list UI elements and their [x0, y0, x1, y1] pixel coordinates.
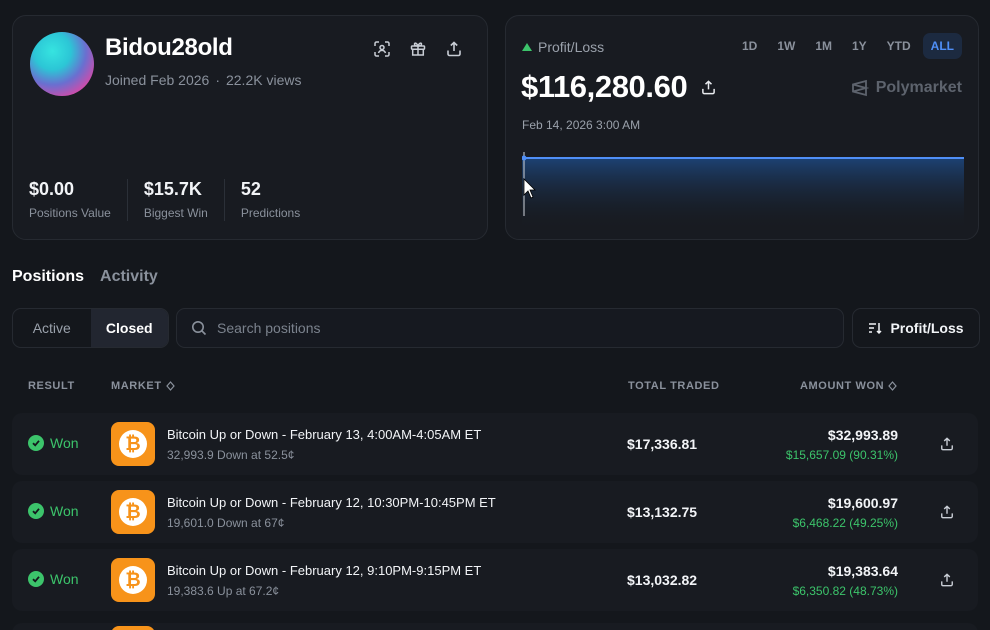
pnl-value: $116,280.60	[521, 69, 688, 104]
range-selector: 1D 1W 1M 1Y YTD ALL	[734, 33, 962, 59]
table-row[interactable]: Won ₿ Bitcoin Up or Down - February 13, …	[12, 413, 978, 475]
profit-value: $6,468.22 (49.25%)	[792, 516, 898, 530]
market-title[interactable]: Bitcoin Up or Down - February 12, 10:30P…	[167, 495, 496, 510]
stat-label: Positions Value	[29, 206, 111, 220]
profit-value: $15,657.09 (90.31%)	[785, 448, 898, 462]
tab-activity[interactable]: Activity	[100, 268, 158, 286]
check-circle-icon	[28, 435, 44, 451]
bitcoin-glyph: ₿	[119, 498, 147, 526]
table-row[interactable]: Won ₿ Bitcoin Up or Down - February 12, …	[12, 481, 978, 543]
search-input[interactable]	[217, 320, 817, 336]
table-row-partial[interactable]	[12, 623, 978, 630]
range-all[interactable]: ALL	[922, 33, 962, 59]
amount-won: $32,993.89	[827, 427, 898, 443]
amount-won: $19,383.64	[827, 563, 898, 579]
stat-positions-value: $0.00 Positions Value	[29, 179, 128, 221]
stat-biggest-win: $15.7K Biggest Win	[144, 179, 225, 221]
market-title[interactable]: Bitcoin Up or Down - February 12, 9:10PM…	[167, 563, 481, 578]
sort-diamond-icon	[888, 381, 898, 391]
result-label: Won	[50, 503, 79, 519]
view-count: 22.2K views	[225, 72, 302, 88]
gift-icon[interactable]	[407, 38, 429, 60]
check-circle-icon	[28, 503, 44, 519]
brand-name: Polymarket	[875, 79, 962, 96]
profile-meta: Joined Feb 2026 · 22.2K views	[105, 72, 301, 88]
bitcoin-glyph: ₿	[119, 430, 147, 458]
stat-label: Predictions	[240, 206, 301, 220]
sort-diamond-icon	[165, 381, 175, 391]
total-traded: $13,032.82	[627, 572, 698, 588]
pnl-date: Feb 14, 2026 3:00 AM	[522, 118, 641, 132]
pnl-header: Profit/Loss	[522, 39, 604, 55]
profile-tabs: Positions Activity	[12, 268, 158, 286]
table-row[interactable]: Won ₿ Bitcoin Up or Down - February 12, …	[12, 549, 978, 611]
result-won: Won	[28, 503, 79, 519]
stat-value: $15.7K	[143, 179, 202, 199]
stat-predictions: 52 Predictions	[241, 179, 316, 221]
total-traded: $17,336.81	[627, 436, 698, 452]
polymarket-icon	[851, 79, 869, 97]
market-subtitle: 19,601.0 Down at 67¢	[167, 516, 285, 530]
header-amount-won-label: AMOUNT WON	[800, 380, 885, 392]
range-1w[interactable]: 1W	[769, 33, 803, 59]
pnl-chart[interactable]	[522, 152, 964, 230]
bitcoin-icon: ₿	[111, 490, 155, 534]
stat-value: 52	[240, 179, 261, 199]
profile-actions	[371, 38, 465, 60]
sort-label: Profit/Loss	[890, 320, 964, 336]
filter-closed-button[interactable]: Closed	[90, 309, 168, 347]
amount-won: $19,600.97	[827, 495, 898, 511]
result-label: Won	[50, 435, 79, 451]
total-traded: $13,132.75	[627, 504, 698, 520]
profile-stats: $0.00 Positions Value $15.7K Biggest Win…	[29, 179, 332, 221]
result-won: Won	[28, 571, 79, 587]
username: Bidou28old	[105, 34, 233, 61]
filter-active-button[interactable]: Active	[13, 309, 91, 347]
range-1y[interactable]: 1Y	[844, 33, 875, 59]
header-total-traded: TOTAL TRADED	[628, 380, 720, 392]
bitcoin-icon: ₿	[111, 422, 155, 466]
market-subtitle: 32,993.9 Down at 52.5¢	[167, 448, 295, 462]
scan-icon[interactable]	[371, 38, 393, 60]
bitcoin-glyph: ₿	[119, 566, 147, 594]
pnl-card: Profit/Loss 1D 1W 1M 1Y YTD ALL $116,280…	[505, 15, 979, 240]
polymarket-logo: Polymarket	[851, 79, 962, 97]
search-box	[176, 308, 844, 348]
tab-positions[interactable]: Positions	[12, 268, 84, 286]
market-title[interactable]: Bitcoin Up or Down - February 13, 4:00AM…	[167, 427, 481, 442]
pnl-value-row: $116,280.60	[521, 69, 719, 105]
header-amount-won[interactable]: AMOUNT WON	[800, 380, 898, 392]
result-won: Won	[28, 435, 79, 451]
profile-card: Bidou28old Joined Feb 2026 · 22.2K views $…	[12, 15, 488, 240]
joined-date: Joined Feb 2026	[105, 72, 210, 88]
separator-dot: ·	[215, 72, 220, 88]
range-1d[interactable]: 1D	[734, 33, 765, 59]
status-toggle: Active Closed	[12, 308, 169, 348]
pnl-area	[522, 158, 964, 230]
stat-value: $0.00	[29, 179, 75, 199]
header-market-label: MARKET	[111, 380, 162, 392]
bitcoin-icon: ₿	[111, 558, 155, 602]
pnl-label: Profit/Loss	[538, 39, 605, 55]
search-icon	[192, 321, 207, 336]
avatar	[30, 32, 94, 96]
triangle-up-icon	[522, 43, 532, 51]
profit-value: $6,350.82 (48.73%)	[792, 584, 898, 598]
sort-icon	[869, 323, 882, 335]
check-circle-icon	[28, 571, 44, 587]
header-result: RESULT	[28, 380, 75, 392]
share-icon[interactable]	[936, 569, 958, 591]
bitcoin-icon	[111, 626, 155, 630]
sort-button[interactable]: Profit/Loss	[852, 308, 980, 348]
header-market[interactable]: MARKET	[111, 380, 175, 392]
share-icon[interactable]	[936, 501, 958, 523]
market-subtitle: 19,383.6 Up at 67.2¢	[167, 584, 280, 598]
range-ytd[interactable]: YTD	[879, 33, 919, 59]
stat-label: Biggest Win	[143, 206, 208, 220]
range-1m[interactable]: 1M	[807, 33, 840, 59]
share-icon[interactable]	[443, 38, 465, 60]
share-icon[interactable]	[936, 433, 958, 455]
result-label: Won	[50, 571, 79, 587]
share-icon[interactable]	[697, 76, 719, 98]
